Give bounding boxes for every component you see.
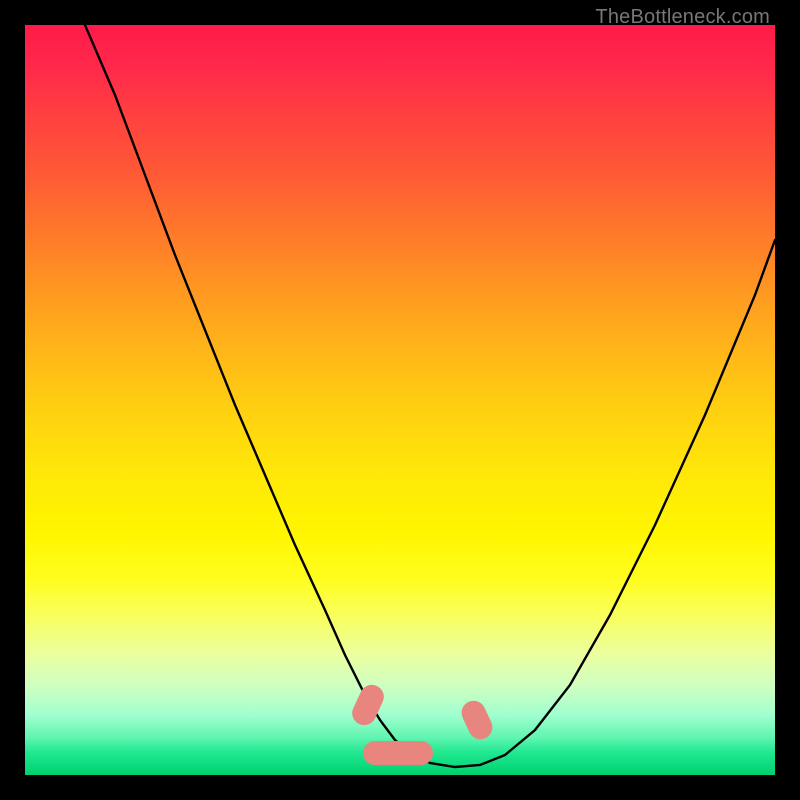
watermark-text: TheBottleneck.com [595,6,770,29]
bottleneck-curve [25,25,775,775]
marker-mid-bar [363,741,433,765]
plot-area [25,25,775,775]
chart-frame: TheBottleneck.com [0,0,800,800]
